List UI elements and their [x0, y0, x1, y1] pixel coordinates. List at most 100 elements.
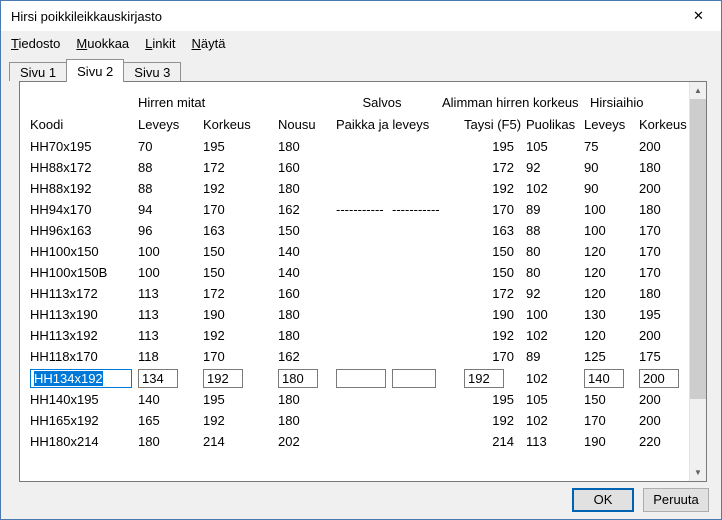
group-header-hirren-mitat: Hirren mitat — [138, 95, 278, 110]
cell-nousu: 162 — [278, 349, 336, 364]
edit-input-leveys[interactable]: 134 — [138, 369, 178, 388]
cell-puolikas: 92 — [526, 160, 584, 175]
tab-sivu-2[interactable]: Sivu 2 — [66, 59, 124, 82]
cell-akorkeus: 195 — [639, 307, 689, 322]
cell-koodi: HH94x170 — [30, 202, 138, 217]
table-row[interactable]: HH88x172881721601729290180 — [20, 157, 706, 178]
edit-input-akorkeus[interactable]: 200 — [639, 369, 679, 388]
cell-korkeus: 170 — [203, 349, 278, 364]
edit-input-koodi[interactable]: HH134x192 — [30, 369, 132, 388]
menu-item-linkit[interactable]: Linkit — [137, 33, 183, 54]
cell-leveys: 165 — [138, 413, 203, 428]
column-header-puolikas: Puolikas — [526, 117, 584, 132]
cell-puolikas: 92 — [526, 286, 584, 301]
cell-korkeus: 170 — [203, 202, 278, 217]
cell-akorkeus: 200 — [639, 413, 689, 428]
cell-nousu: 140 — [278, 244, 336, 259]
cell-puolikas: 102 — [526, 413, 584, 428]
vertical-scrollbar[interactable]: ▲ ▼ — [689, 82, 706, 481]
cell-koodi: HH165x192 — [30, 413, 138, 428]
cell-koodi: HH180x214 — [30, 434, 138, 449]
cell-taysi: 195 — [464, 392, 526, 407]
edit-input-aleveys[interactable]: 140 — [584, 369, 624, 388]
table-edit-row[interactable]: HH134x192134192180192102140200 — [20, 367, 706, 389]
cell-leveys: 100 — [138, 244, 203, 259]
cell-leveys: 140 — [138, 392, 203, 407]
cell-taysi: 150 — [464, 265, 526, 280]
cell-aleveys: 120 — [584, 265, 639, 280]
cell-taysi: 163 — [464, 223, 526, 238]
cell-aleveys: 120 — [584, 328, 639, 343]
cell-leveys: 113 — [138, 286, 203, 301]
table-group-header: Hirren mitat Salvos Alimman hirren korke… — [20, 92, 706, 113]
table-row[interactable]: HH70x1957019518019510575200 — [20, 136, 706, 157]
table-row[interactable]: HH113x192113192180192102120200 — [20, 325, 706, 346]
cell-akorkeus: 200 — [639, 392, 689, 407]
table-row[interactable]: HH96x1639616315016388100170 — [20, 220, 706, 241]
cell-taysi: 170 — [464, 349, 526, 364]
edit-input-nousu[interactable]: 180 — [278, 369, 318, 388]
menu-item-muokkaa[interactable]: Muokkaa — [68, 33, 137, 54]
cell-nousu: 160 — [278, 286, 336, 301]
column-header-paikka-ja-leveys: Paikka ja leveys — [336, 117, 464, 132]
cell-koodi: HH100x150 — [30, 244, 138, 259]
cell-aleveys: 120 — [584, 244, 639, 259]
edit-input-korkeus[interactable]: 192 — [203, 369, 243, 388]
column-header-nousu: Nousu — [278, 117, 336, 132]
tab-sivu-1[interactable]: Sivu 1 — [9, 62, 67, 81]
cell-korkeus: 192 — [203, 413, 278, 428]
tab-sivu-3[interactable]: Sivu 3 — [123, 62, 181, 81]
cell-nousu: 180 — [278, 413, 336, 428]
cell-puolikas: 88 — [526, 223, 584, 238]
cell-puolikas: 80 — [526, 265, 584, 280]
cell-koodi: HH113x190 — [30, 307, 138, 322]
table-row[interactable]: HH113x17211317216017292120180 — [20, 283, 706, 304]
cell-nousu: 162 — [278, 202, 336, 217]
cell-koodi: HH118x170 — [30, 349, 138, 364]
table-row[interactable]: HH100x15010015014015080120170 — [20, 241, 706, 262]
cell-korkeus: 192 — [203, 328, 278, 343]
menu-item-nayta[interactable]: Näytä — [184, 33, 234, 54]
cell-aleveys: 120 — [584, 286, 639, 301]
column-header-leveys: Leveys — [138, 117, 203, 132]
cancel-button[interactable]: Peruuta — [643, 488, 709, 512]
table-row[interactable]: HH88x1928819218019210290200 — [20, 178, 706, 199]
cell-leveys: 118 — [138, 349, 203, 364]
cell-koodi: HH100x150B — [30, 265, 138, 280]
edit-input-salvos2[interactable] — [392, 369, 436, 388]
cell-korkeus: 192 — [203, 369, 278, 388]
group-header-hirsiaihio: Hirsiaihio — [584, 95, 689, 110]
cell-aleveys: 140 — [584, 369, 639, 388]
close-icon[interactable]: ✕ — [676, 1, 721, 31]
edit-input-taysi[interactable]: 192 — [464, 369, 504, 388]
cell-akorkeus: 200 — [639, 369, 689, 388]
dialog-window: Hirsi poikkileikkauskirjasto ✕ Tiedosto … — [0, 0, 722, 520]
column-header-taysi: Taysi (F5) — [464, 117, 526, 132]
cell-koodi: HH113x172 — [30, 286, 138, 301]
cell-leveys: 113 — [138, 328, 203, 343]
cell-korkeus: 163 — [203, 223, 278, 238]
cell-puolikas: 80 — [526, 244, 584, 259]
table-row[interactable]: HH118x17011817016217089125175 — [20, 346, 706, 367]
cell-akorkeus: 180 — [639, 160, 689, 175]
cell-korkeus: 172 — [203, 160, 278, 175]
table-row[interactable]: HH180x214180214202214113190220 — [20, 431, 706, 452]
scroll-down-icon[interactable]: ▼ — [690, 464, 706, 481]
cell-leveys: 180 — [138, 434, 203, 449]
table-row[interactable]: HH94x17094170162----------------------17… — [20, 199, 706, 220]
cell-aleveys: 75 — [584, 139, 639, 154]
scroll-up-icon[interactable]: ▲ — [690, 82, 706, 99]
table-row[interactable]: HH140x195140195180195105150200 — [20, 389, 706, 410]
ok-button[interactable]: OK — [572, 488, 634, 512]
table-row[interactable]: HH100x150B10015014015080120170 — [20, 262, 706, 283]
cell-koodi: HH88x192 — [30, 181, 138, 196]
cell-puolikas: 105 — [526, 392, 584, 407]
group-header-alimman: Alimman hirren korkeus — [442, 95, 584, 110]
edit-input-salvos1[interactable] — [336, 369, 386, 388]
table-row[interactable]: HH165x192165192180192102170200 — [20, 410, 706, 431]
title-bar: Hirsi poikkileikkauskirjasto ✕ — [1, 1, 721, 31]
scrollbar-thumb[interactable] — [690, 99, 706, 399]
cell-salvos2: ----------- — [392, 202, 464, 217]
table-row[interactable]: HH113x190113190180190100130195 — [20, 304, 706, 325]
menu-item-tiedosto[interactable]: Tiedosto — [3, 33, 68, 54]
